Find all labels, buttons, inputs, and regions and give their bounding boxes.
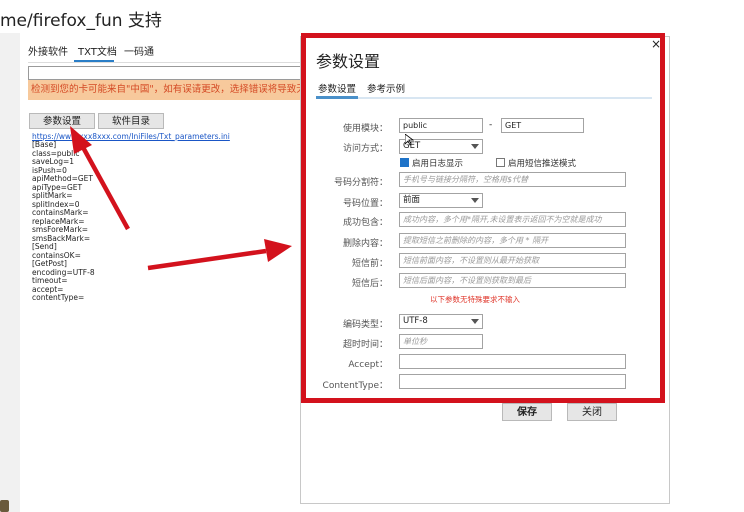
mouse-cursor-icon bbox=[405, 134, 414, 146]
annotation-arrows bbox=[70, 126, 292, 271]
taskbar-app-icon[interactable] bbox=[0, 500, 9, 512]
arrow-to-dialog bbox=[147, 239, 292, 271]
arrow-to-params-button bbox=[70, 126, 130, 231]
